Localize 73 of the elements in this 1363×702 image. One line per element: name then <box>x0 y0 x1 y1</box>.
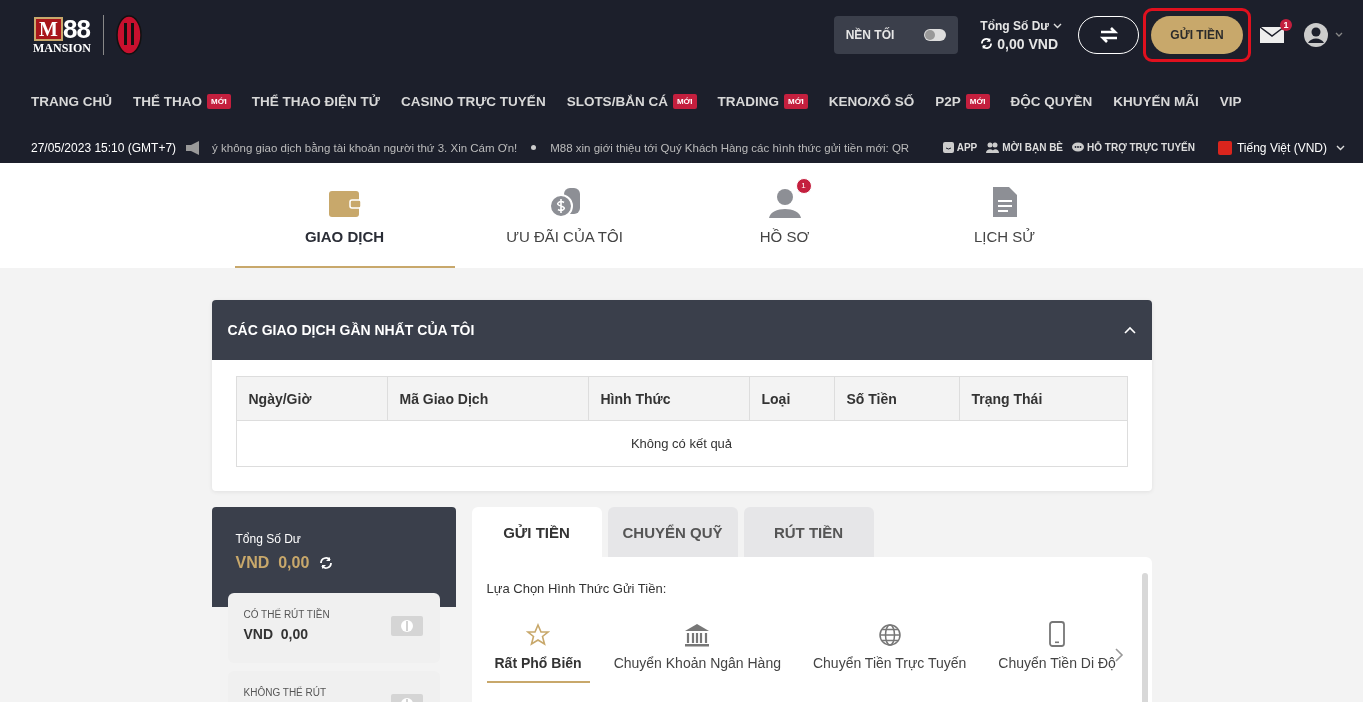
star-icon <box>526 623 551 647</box>
chevron-down-icon[interactable] <box>1336 144 1345 151</box>
wallet-amount: VND 0,00 <box>235 554 310 572</box>
dark-mode-toggle[interactable] <box>924 29 947 41</box>
fund-tab[interactable]: RÚT TIỀN <box>743 507 874 557</box>
payment-method-tab[interactable]: Chuyển Tiền Trực Tuyến <box>804 623 975 683</box>
refresh-icon[interactable] <box>319 556 334 570</box>
bullet-icon <box>531 145 537 150</box>
method-prompt: Lựa Chọn Hình Thức Gửi Tiền: <box>486 581 667 596</box>
person-icon <box>767 186 802 218</box>
date-time: 27/05/2023 15:10 (GMT+7) <box>31 140 177 155</box>
quick-link[interactable]: MỜI BẠN BÈ <box>986 142 1064 153</box>
empty-message: Không có kết quả <box>236 420 1127 467</box>
column-header: Số Tiền <box>834 376 959 421</box>
notification-badge: 1 <box>1280 19 1292 31</box>
nav-link[interactable]: P2P MỚI <box>935 93 990 109</box>
column-header: Mã Giao Dịch <box>387 376 588 421</box>
balance-amount: 0,00 VND <box>997 35 1058 52</box>
nav-link[interactable]: SLOTS/BẮN CÁ MỚI <box>566 93 697 109</box>
deposit-button[interactable]: GỬI TIỀN <box>1151 16 1243 54</box>
banknote-icon <box>389 615 424 637</box>
club-crest-icon <box>116 15 142 55</box>
nav-link[interactable]: CASINO TRỰC TUYẾN <box>400 93 546 109</box>
phone-icon <box>1049 621 1066 647</box>
panel-title: CÁC GIAO DỊCH GẦN NHẤT CỦA TÔI <box>227 322 475 338</box>
payment-method-tab[interactable]: Chuyển Tiền Di Độ <box>990 621 1124 683</box>
account-icon[interactable] <box>1303 22 1343 48</box>
bank-icon <box>684 623 711 647</box>
mail-icon[interactable] <box>1259 26 1285 44</box>
quick-link[interactable]: APP <box>942 142 978 153</box>
nav-link[interactable]: THỂ THAO ĐIỆN TỬ <box>251 93 380 109</box>
document-icon <box>991 186 1018 218</box>
app-icon <box>942 142 954 153</box>
globe-icon <box>877 623 902 647</box>
nav-link[interactable]: ĐỘC QUYỀN <box>1010 93 1093 109</box>
column-header: Ngày/Giờ <box>236 376 387 421</box>
payment-method-tab[interactable]: Rất Phổ Biến <box>486 623 590 683</box>
announcement-text: M88 xin giới thiệu tới Quý Khách Hàng các hình thức gửi tiền mới: QR <box>550 141 910 154</box>
account-tab[interactable]: ƯU ĐÃI CỦA TÔI <box>454 163 675 268</box>
nav-link[interactable]: VIP <box>1219 93 1242 109</box>
account-tab[interactable]: 1 HỒ SƠ <box>674 163 895 268</box>
account-tab[interactable]: GIAO DỊCH <box>234 163 455 268</box>
panel-header[interactable]: CÁC GIAO DỊCH GẦN NHẤT CỦA TÔI <box>211 300 1152 360</box>
chevron-down-icon[interactable] <box>1053 22 1062 29</box>
balance-label[interactable]: Tổng Số Dư <box>980 18 1049 33</box>
column-header: Trạng Thái <box>959 376 1127 421</box>
wallet-icon <box>327 188 362 218</box>
quick-link[interactable]: HỖ TRỢ TRỰC TUYẾN <box>1072 142 1195 153</box>
nav-link[interactable]: THỂ THAO MỚI <box>133 93 231 109</box>
brand-logo[interactable]: M 88 MANSION <box>33 16 91 54</box>
nav-link[interactable]: TRANG CHỦ <box>31 93 112 109</box>
notification-badge: 1 <box>795 178 812 194</box>
announcement-text: ý không giao dịch bằng tài khoản người thứ 3. Xin Cám Ơn! <box>212 141 518 154</box>
wallet-label: Tổng Số Dư <box>235 532 302 546</box>
nav-link[interactable]: TRADING MỚI <box>717 93 808 109</box>
payment-method-tab[interactable]: Chuyển Khoản Ngân Hàng <box>605 623 789 683</box>
dark-mode-label: NỀN TỐI <box>845 28 895 42</box>
nav-link[interactable]: KHUYẾN MÃI <box>1113 93 1199 109</box>
refresh-icon[interactable] <box>980 37 994 50</box>
chevron-icon[interactable] <box>1123 326 1136 334</box>
column-header: Loại <box>749 376 834 421</box>
nav-link[interactable]: KENO/XỔ SỐ <box>828 93 915 109</box>
balance-item-amount: VND 0,00 <box>243 626 310 642</box>
chat-icon <box>1072 142 1085 153</box>
chevron-right-icon[interactable] <box>1113 647 1124 663</box>
people-icon <box>986 142 1000 153</box>
column-header: Hình Thức <box>588 376 749 421</box>
fund-tab[interactable]: GỬI TIỀN <box>471 507 602 557</box>
balance-item-label: CÓ THỂ RÚT TIỀN <box>243 609 330 620</box>
fund-tab[interactable]: CHUYỂN QUỸ <box>607 507 738 557</box>
balance-item-label: KHÔNG THỂ RÚT <box>243 687 327 698</box>
account-tab[interactable]: LỊCH SỬ <box>894 163 1115 268</box>
language-selector[interactable]: Tiếng Việt (VND) <box>1217 140 1327 155</box>
